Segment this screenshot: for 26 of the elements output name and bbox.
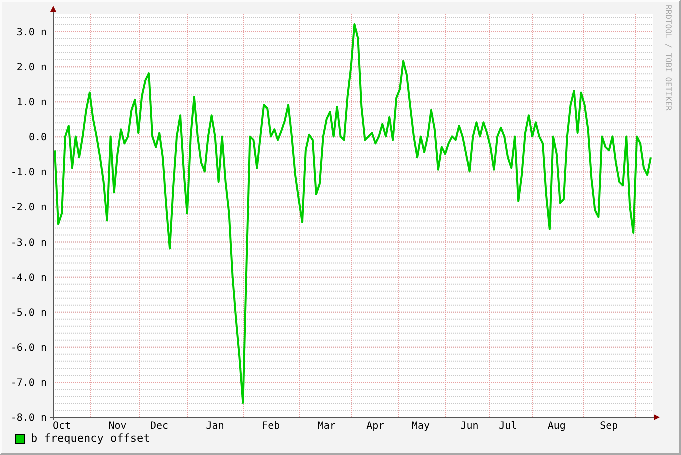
tick-label: Jan [206, 421, 224, 432]
tick-label: 3.0 n [16, 28, 47, 39]
tick-label: -7.0 n [10, 378, 47, 389]
tick-label: -2.0 n [10, 202, 47, 214]
legend-label: b frequency offset [31, 432, 150, 445]
tick-label: -4.0 n [10, 272, 47, 284]
tick-label: Nov [108, 421, 127, 432]
credit-text: RRDTOOL / TOBI OETIKER [663, 5, 673, 111]
tick-label: 0.0 [28, 132, 47, 144]
tick-label: Mar [318, 421, 336, 432]
tick-label: -1.0 n [10, 168, 47, 179]
tick-label: Sep [600, 421, 618, 432]
tick-label: Apr [366, 421, 385, 432]
tick-label: 2.0 n [16, 62, 47, 74]
tick-label: -8.0 n [10, 413, 47, 424]
tick-label: -3.0 n [10, 238, 47, 249]
tick-label: Jul [499, 421, 518, 432]
tick-label: Feb [262, 421, 280, 432]
tick-label: -6.0 n [10, 342, 47, 354]
tick-label: 1.0 n [16, 98, 47, 109]
tick-label: Oct [52, 421, 71, 432]
tick-label: Aug [548, 421, 566, 432]
tick-label: Jun [460, 421, 479, 432]
tick-label: -5.0 n [10, 308, 47, 319]
tick-label: May [412, 421, 430, 432]
tick-label: Dec [150, 421, 169, 432]
